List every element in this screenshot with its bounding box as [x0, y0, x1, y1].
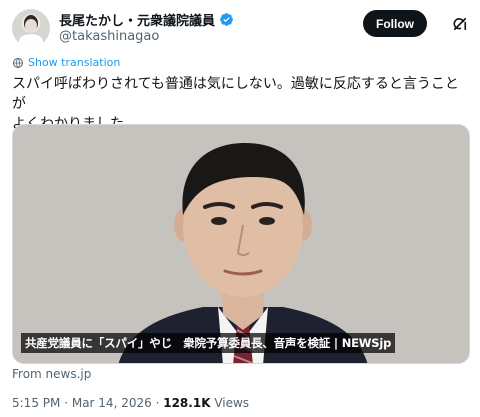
media-card-image[interactable]: 共産党議員に「スパイ」やじ 衆院予算委員長、音声を検証 | NEWSjp — [12, 124, 470, 364]
tweet-header: 長尾たかし・元衆議院議員 @takashinagao Follow — [12, 9, 468, 47]
views-count[interactable]: 128.1K — [163, 396, 210, 410]
translate-icon — [13, 57, 23, 68]
avatar[interactable] — [12, 9, 50, 47]
author-name-row[interactable]: 長尾たかし・元衆議院議員 — [59, 10, 234, 29]
views-label: Views — [214, 396, 250, 410]
portrait-photo — [13, 125, 469, 363]
follow-button[interactable]: Follow — [363, 10, 427, 37]
author-display-name[interactable]: 長尾たかし・元衆議院議員 — [59, 10, 215, 29]
grok-icon[interactable] — [449, 13, 471, 35]
media-caption: 共産党議員に「スパイ」やじ 衆院予算委員長、音声を検証 | NEWSjp — [21, 333, 396, 353]
meta-separator: · — [64, 396, 69, 410]
author-handle[interactable]: @takashinagao — [59, 29, 159, 44]
meta-separator: · — [155, 396, 160, 410]
show-translation-label[interactable]: Show translation — [28, 56, 120, 69]
tweet-time[interactable]: 5:15 PM — [12, 396, 60, 410]
link-source[interactable]: From news.jp — [12, 367, 91, 381]
tweet-date[interactable]: Mar 14, 2026 — [72, 396, 152, 410]
verified-badge-icon[interactable] — [219, 12, 234, 27]
show-translation-link[interactable]: Show translation — [12, 56, 120, 69]
tweet-meta: 5:15 PM · Mar 14, 2026 · 128.1K Views — [12, 396, 249, 410]
tweet-text-line: スパイ呼ばわりされても普通は気にしない。過敏に反応すると言うことが — [12, 76, 459, 112]
